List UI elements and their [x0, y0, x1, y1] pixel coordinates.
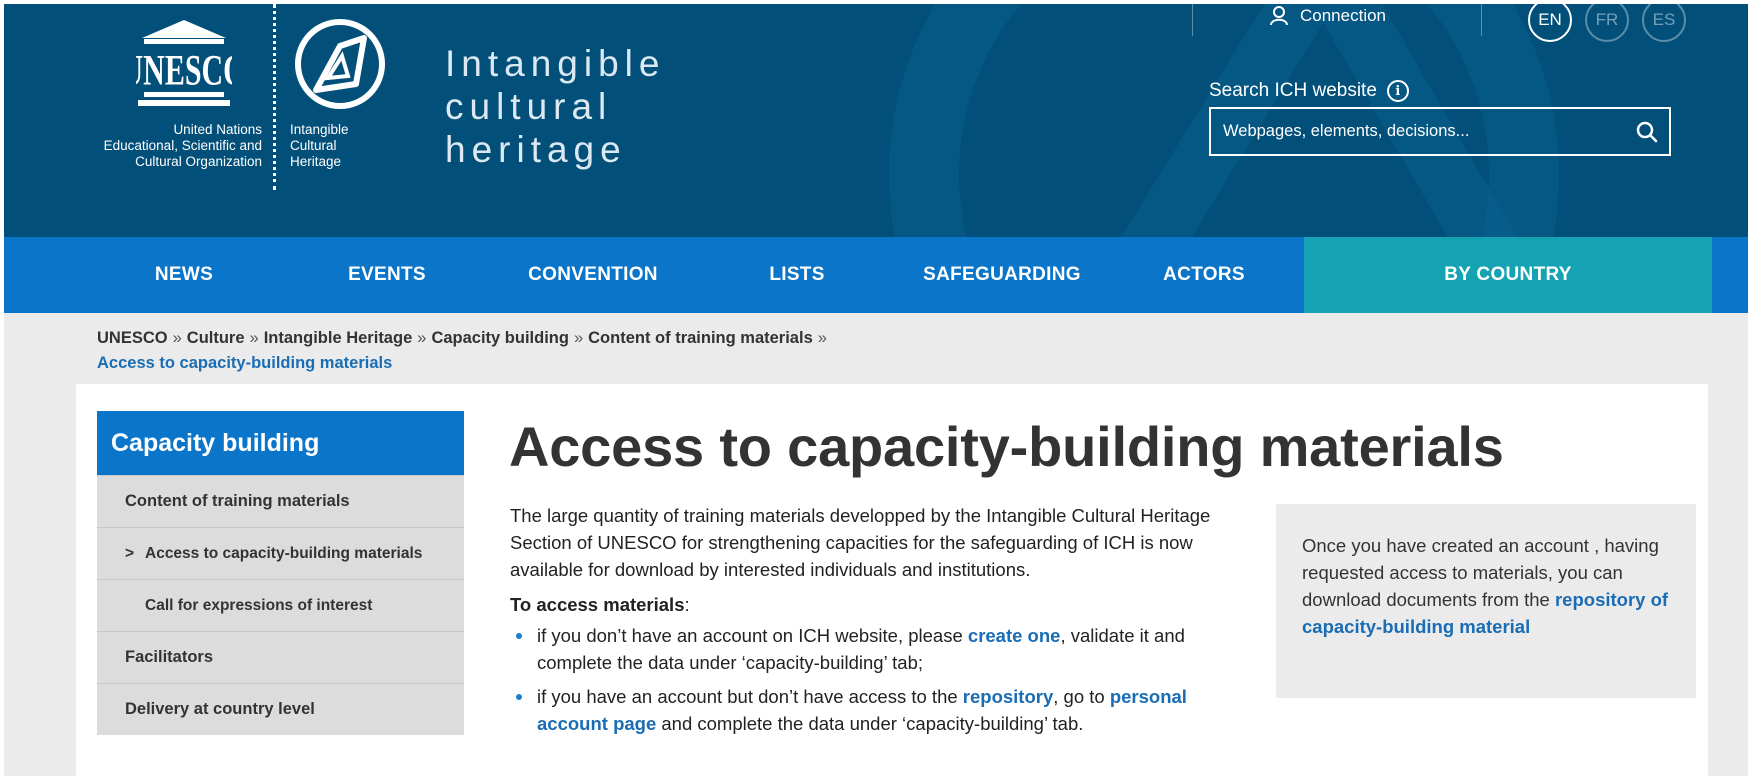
site-title-line: Intangible [445, 43, 666, 84]
breadcrumb-item[interactable]: Intangible Heritage [264, 329, 413, 347]
search-input[interactable] [1211, 109, 1625, 154]
access-heading: To access materials: [510, 591, 1250, 618]
nav-item-safeguarding[interactable]: SAFEGUARDING [904, 237, 1100, 313]
sidebar-item-label: Facilitators [125, 648, 214, 666]
sidebar-item-delivery-at-country-level[interactable]: Delivery at country level [97, 683, 464, 735]
search-label-text: Search ICH website [1209, 80, 1377, 101]
breadcrumb-item[interactable]: UNESCO [97, 329, 168, 347]
ich-logo-icon[interactable] [290, 18, 390, 110]
unesco-logo-text: UNESCO [136, 47, 232, 95]
breadcrumb-item[interactable]: Culture [187, 329, 245, 347]
page-title: Access to capacity-building materials [509, 415, 1504, 478]
search-label: Search ICH website i [1209, 80, 1409, 102]
list-item: if you don’t have an account on ICH webs… [510, 622, 1250, 676]
unesco-line: Cultural Organization [135, 154, 262, 169]
header-divider [1192, 4, 1193, 36]
sidebar-item-label: Content of training materials [125, 492, 350, 510]
intro-paragraph: The large quantity of training materials… [510, 505, 1211, 580]
site-title[interactable]: Intangible cultural heritage [445, 42, 665, 171]
sidebar-title[interactable]: Capacity building [97, 411, 464, 475]
unesco-name: United Nations Educational, Scientific a… [64, 122, 262, 170]
breadcrumb-separator: » [573, 329, 584, 347]
user-icon [1270, 6, 1288, 26]
connection-label: Connection [1300, 6, 1387, 25]
list-item: if you have an account but don’t have ac… [510, 683, 1250, 737]
breadcrumb-separator: » [817, 329, 827, 347]
sidebar: Capacity building Content of training ma… [97, 411, 464, 735]
ich-line: Intangible [290, 122, 349, 137]
bullet-text: if you don’t have an account on ICH webs… [537, 625, 968, 646]
search-button[interactable] [1625, 109, 1669, 154]
content-area: Capacity building Content of training ma… [76, 384, 1708, 776]
unesco-line: Educational, Scientific and [103, 138, 262, 153]
connection-link[interactable]: Connection [1270, 4, 1386, 28]
breadcrumb-separator: » [417, 329, 427, 347]
sidebar-item-content-of-training-materials[interactable]: Content of training materials [97, 475, 464, 527]
access-list: if you don’t have an account on ICH webs… [510, 622, 1250, 737]
ich-line: Heritage [290, 154, 342, 169]
bullet-text: , go to [1053, 686, 1110, 707]
unesco-logo-icon[interactable]: UNESCO [136, 18, 232, 110]
info-box: Once you have created an account , havin… [1276, 504, 1696, 698]
site-title-line: cultural [445, 86, 613, 127]
breadcrumb-separator: » [249, 329, 259, 347]
info-icon[interactable]: i [1386, 80, 1409, 102]
site-header: UNESCO United Nations Educational, Scien… [4, 4, 1748, 237]
ich-line: Cultural [290, 138, 337, 153]
current-marker: > [125, 544, 135, 562]
breadcrumb-current[interactable]: Access to capacity-building materials [97, 354, 392, 372]
ich-name: Intangible Cultural Heritage [290, 122, 349, 170]
nav-item-by-country[interactable]: BY COUNTRY [1304, 237, 1712, 313]
search-icon [1636, 121, 1658, 142]
sidebar-item-call-for-expressions[interactable]: Call for expressions of interest [97, 579, 464, 631]
access-heading-text: To access materials [510, 594, 685, 615]
site-title-line: heritage [445, 129, 627, 170]
nav-item-actors[interactable]: ACTORS [1124, 237, 1284, 313]
bullet-text: and complete the data under ‘capacity-bu… [656, 713, 1084, 734]
search-box [1209, 107, 1671, 156]
nav-item-lists[interactable]: LISTS [714, 237, 880, 313]
nav-item-convention[interactable]: CONVENTION [504, 237, 682, 313]
breadcrumb-separator: » [172, 329, 182, 347]
main-text: The large quantity of training materials… [510, 502, 1250, 744]
sidebar-item-label: Call for expressions of interest [145, 596, 373, 614]
sidebar-item-facilitators[interactable]: Facilitators [97, 631, 464, 683]
unesco-line: United Nations [173, 122, 262, 137]
sidebar-item-label: Access to capacity-building materials [145, 544, 423, 562]
breadcrumb-item[interactable]: Content of training materials [588, 329, 813, 347]
nav-item-events[interactable]: EVENTS [304, 237, 470, 313]
nav-item-news[interactable]: NEWS [104, 237, 264, 313]
repository-link[interactable]: repository [963, 686, 1053, 707]
breadcrumb-item[interactable]: Capacity building [431, 329, 569, 347]
sidebar-item-access-to-materials[interactable]: > Access to capacity-building materials [97, 527, 464, 579]
bullet-text: if you have an account but don’t have ac… [537, 686, 963, 707]
main-nav: NEWS EVENTS CONVENTION LISTS SAFEGUARDIN… [4, 237, 1748, 313]
header-divider [1481, 4, 1482, 36]
access-heading-colon: : [684, 594, 690, 615]
logo-divider [273, 4, 277, 190]
page: UNESCO United Nations Educational, Scien… [4, 4, 1748, 776]
create-account-link[interactable]: create one [968, 625, 1061, 646]
sidebar-item-label: Delivery at country level [125, 700, 315, 718]
breadcrumb: UNESCO» Culture» Intangible Heritage» Capac… [97, 326, 832, 376]
